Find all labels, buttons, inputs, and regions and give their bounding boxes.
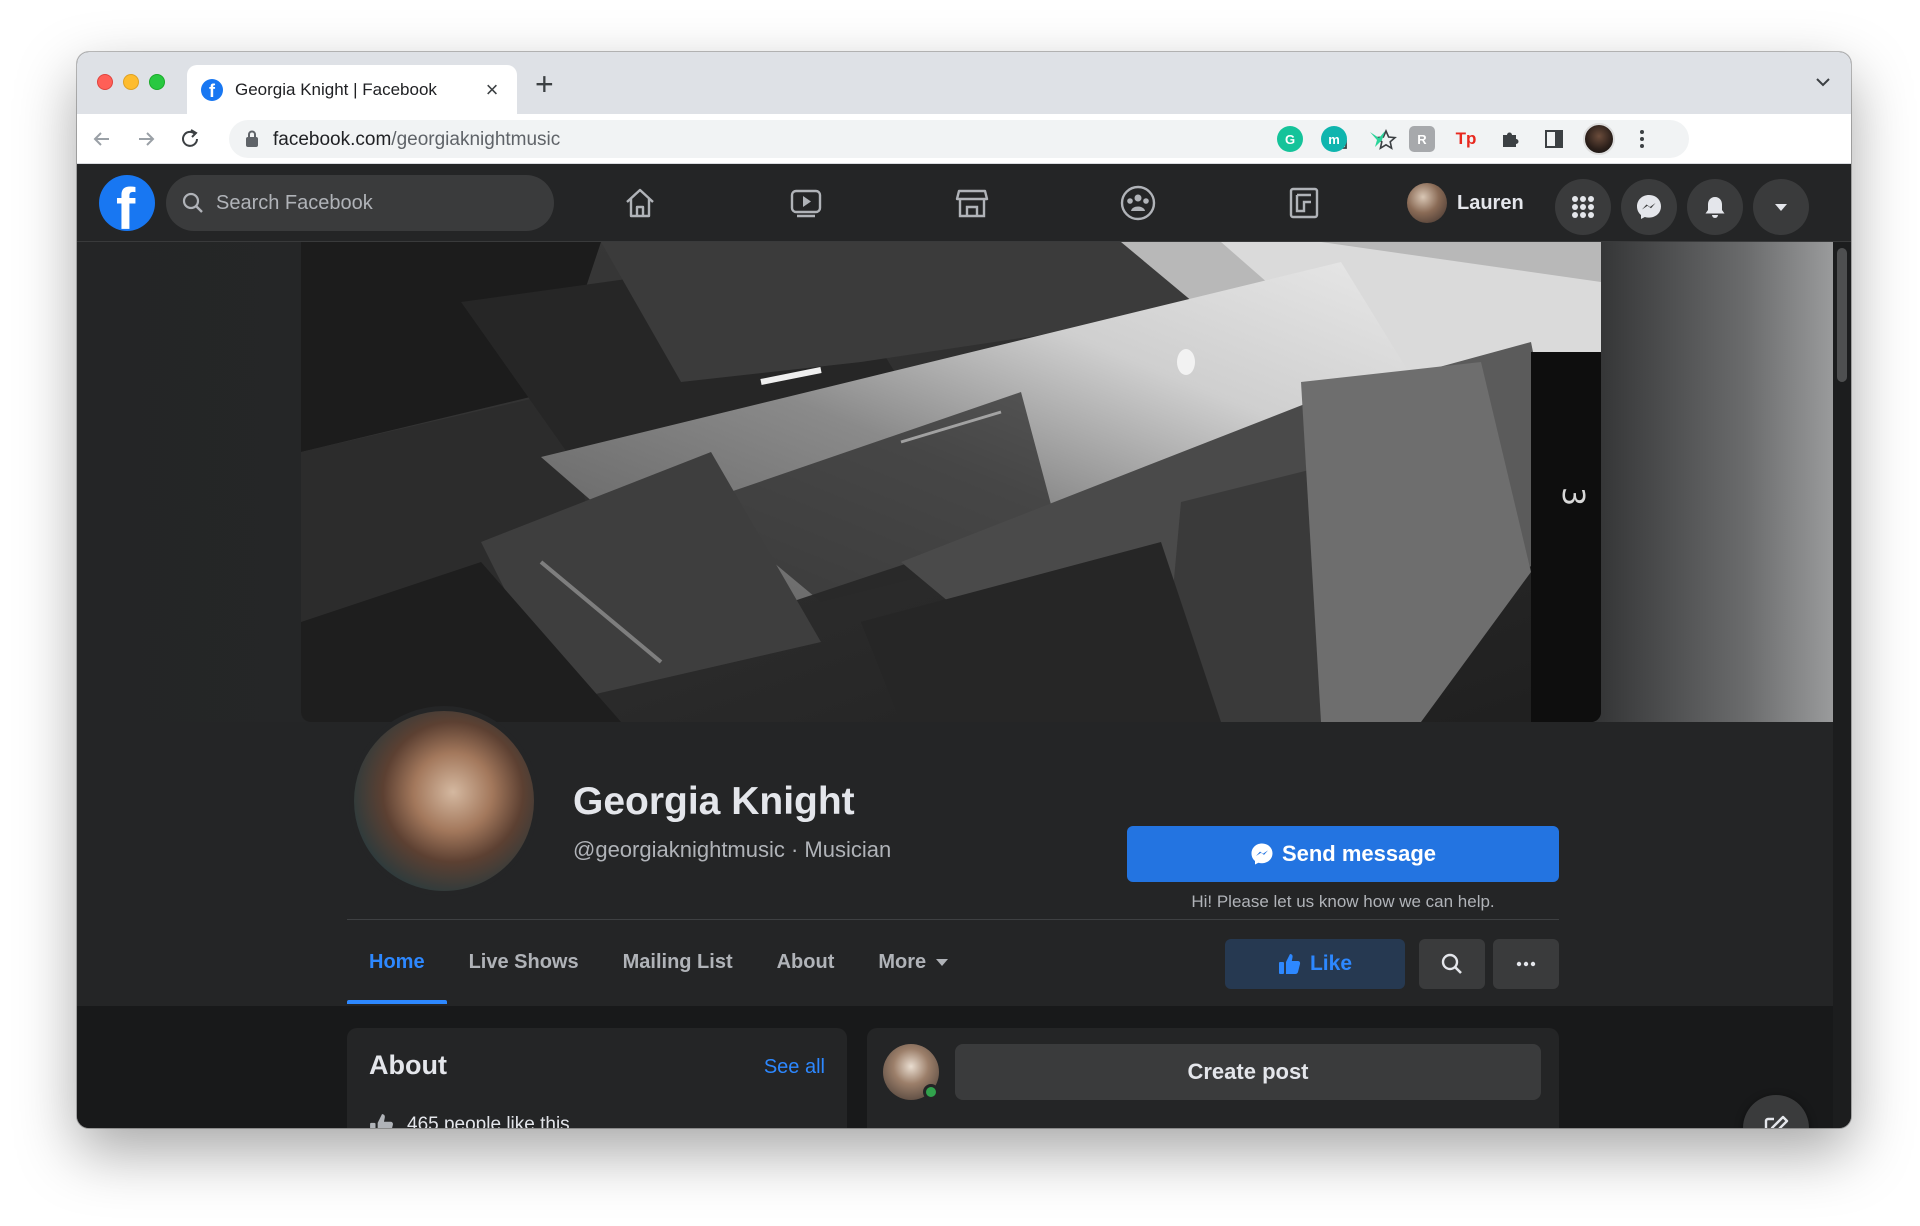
back-arrow-icon[interactable] xyxy=(89,126,115,152)
see-all-link[interactable]: See all xyxy=(764,1056,825,1079)
caret-down-icon xyxy=(1775,204,1787,211)
search-icon xyxy=(1441,953,1462,974)
menu-grid-button[interactable] xyxy=(1555,179,1611,235)
new-tab-button[interactable]: + xyxy=(535,66,554,103)
new-message-fab[interactable] xyxy=(1743,1095,1809,1128)
tp-extension-label: Tp xyxy=(1455,129,1477,148)
marketplace-icon xyxy=(955,189,989,218)
bell-icon xyxy=(1705,197,1725,218)
forward-arrow-icon[interactable] xyxy=(133,126,159,152)
messenger-button[interactable] xyxy=(1621,179,1677,235)
send-message-hint: Hi! Please let us know how we can help. xyxy=(1191,892,1495,911)
tab-home[interactable]: Home xyxy=(347,920,447,1004)
lock-icon[interactable] xyxy=(245,130,259,148)
messenger-icon xyxy=(1251,843,1273,865)
create-post-card: Create post xyxy=(867,1028,1559,1128)
search-input[interactable] xyxy=(216,191,516,215)
compose-icon xyxy=(1764,1115,1789,1128)
groups-icon xyxy=(1120,185,1156,221)
search-icon xyxy=(182,192,203,213)
tab-more[interactable]: More xyxy=(856,920,970,1004)
online-status-dot xyxy=(923,1084,939,1100)
send-message-label: Send message xyxy=(1281,841,1437,866)
like-label: Like xyxy=(1309,952,1353,975)
search-box[interactable] xyxy=(166,175,554,231)
profile-header: 3 Georgia Knight @georgiaknightmusic · M… xyxy=(77,242,1833,1006)
account-dropdown-button[interactable] xyxy=(1753,179,1809,235)
tab-title: Georgia Knight | Facebook xyxy=(235,79,437,99)
tab-mailing-list[interactable]: Mailing List xyxy=(601,920,755,1004)
profile-picture[interactable] xyxy=(349,706,539,896)
browser-tab[interactable]: f Georgia Knight | Facebook × xyxy=(187,65,517,114)
tab-live-shows[interactable]: Live Shows xyxy=(447,920,601,1004)
grid-menu-icon xyxy=(1572,196,1594,218)
create-post-button[interactable]: Create post xyxy=(955,1044,1541,1100)
facebook-favicon-icon: f xyxy=(201,78,223,101)
like-page-button[interactable]: Like xyxy=(1225,939,1405,989)
facebook-logo-icon[interactable]: f xyxy=(99,175,155,231)
svg-text:3: 3 xyxy=(1555,487,1590,506)
bird-extension-icon[interactable] xyxy=(1365,126,1391,152)
likes-count-text: 465 people like this xyxy=(407,1114,570,1128)
reload-icon[interactable] xyxy=(177,126,203,152)
about-card: About See all 465 people like this xyxy=(347,1028,847,1128)
tab-about[interactable]: About xyxy=(755,920,857,1004)
side-panel-icon[interactable] xyxy=(1541,126,1567,152)
nav-profile-chip[interactable]: Lauren xyxy=(1407,180,1524,226)
main-content: 3 Georgia Knight @georgiaknightmusic · M… xyxy=(77,242,1833,1128)
search-page-button[interactable] xyxy=(1419,939,1485,989)
profile-name: Lauren xyxy=(1457,191,1524,214)
gaming-icon xyxy=(1289,187,1319,219)
page-tab-bar: Home Live Shows Mailing List About More xyxy=(347,920,970,1004)
send-message-button[interactable]: Send message xyxy=(1127,826,1559,882)
tab-strip: f Georgia Knight | Facebook × + xyxy=(77,52,1851,114)
nav-home-tab[interactable] xyxy=(605,176,675,230)
maximize-window-button[interactable] xyxy=(149,74,165,90)
nav-marketplace-tab[interactable] xyxy=(937,176,1007,230)
close-window-button[interactable] xyxy=(97,74,113,90)
grammarly-icon[interactable]: G xyxy=(1277,126,1303,152)
thumbs-up-icon xyxy=(370,1114,393,1128)
browser-window: f Georgia Knight | Facebook × + facebook… xyxy=(77,52,1851,1128)
r-extension-icon[interactable]: R xyxy=(1409,126,1435,152)
url-path: /georgiaknightmusic xyxy=(391,129,561,150)
cover-photo[interactable]: 3 xyxy=(301,242,1601,722)
url-domain: facebook.com xyxy=(273,129,392,150)
r-extension-label: R xyxy=(1417,131,1427,147)
video-icon xyxy=(790,189,822,218)
tp-extension-icon[interactable]: Tp xyxy=(1453,126,1479,152)
puzzle-extensions-icon[interactable] xyxy=(1497,126,1523,152)
likes-count-row: 465 people like this xyxy=(369,1112,570,1128)
browser-profile-avatar[interactable] xyxy=(1583,123,1615,155)
nav-watch-tab[interactable] xyxy=(771,176,841,230)
minimize-window-button[interactable] xyxy=(123,74,139,90)
page-subtitle: @georgiaknightmusic · Musician xyxy=(573,837,892,862)
browser-toolbar: facebook.com/georgiaknightmusic G m R Tp xyxy=(77,114,1851,164)
notifications-button[interactable] xyxy=(1687,179,1743,235)
thumbs-up-icon xyxy=(1278,954,1301,974)
messenger-icon xyxy=(1637,195,1661,219)
ellipsis-icon xyxy=(1516,961,1536,967)
caret-down-icon xyxy=(936,958,949,966)
tab-more-label: More xyxy=(878,950,927,973)
m-extension-label: m xyxy=(1328,131,1340,147)
tab-close-icon[interactable]: × xyxy=(481,77,503,103)
browser-menu-icon[interactable] xyxy=(1629,126,1655,152)
facebook-top-nav: f Search Facebook Lauren xyxy=(77,164,1851,242)
home-icon xyxy=(626,188,654,218)
url-text: facebook.com/georgiaknightmusic xyxy=(273,129,560,151)
page-title: Georgia Knight xyxy=(573,780,855,823)
nav-groups-tab[interactable] xyxy=(1103,176,1173,230)
about-title: About xyxy=(369,1050,447,1080)
tab-search-chevron-icon[interactable] xyxy=(1813,72,1833,92)
page-scrollbar[interactable] xyxy=(1833,242,1851,1128)
scrollbar-thumb[interactable] xyxy=(1837,248,1847,382)
more-options-button[interactable] xyxy=(1493,939,1559,989)
nav-gaming-tab[interactable] xyxy=(1269,176,1339,230)
user-avatar xyxy=(1407,183,1447,223)
m-extension-icon[interactable]: m xyxy=(1321,126,1347,152)
